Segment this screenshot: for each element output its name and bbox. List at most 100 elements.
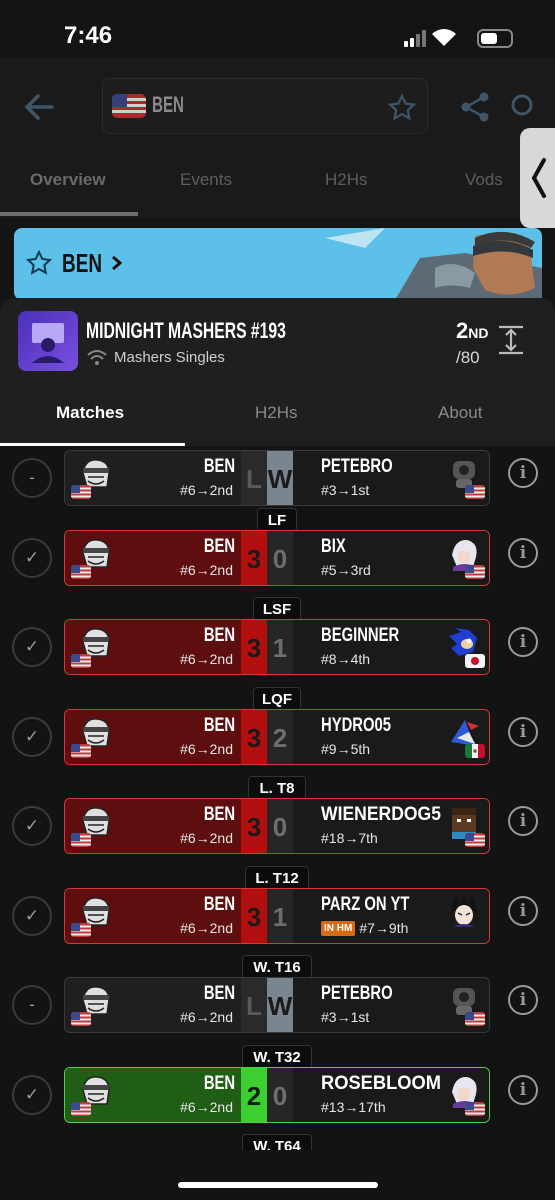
info-icon[interactable]: i (508, 985, 538, 1015)
reported-check-icon[interactable]: ✓ (12, 717, 52, 757)
reported-check-icon[interactable]: ✓ (12, 896, 52, 936)
placement-suffix: ND (468, 325, 489, 341)
opponent-seed-text: #9→5th (321, 741, 371, 757)
info-icon[interactable]: i (508, 627, 538, 657)
us-flag-icon (71, 833, 91, 847)
opponent-seed-text: #3→1st (321, 1009, 370, 1025)
player-name[interactable]: BEN (204, 456, 235, 478)
subtab-matches[interactable]: Matches (56, 403, 124, 423)
opponent-score: W (267, 978, 293, 1032)
player-score: 3 (241, 620, 267, 674)
player-seed: #6→2nd (180, 1009, 233, 1025)
reported-check-icon[interactable]: ✓ (12, 806, 52, 846)
match-card[interactable]: BEN #6→2nd 3 1 BEGINNER #8→4th (64, 619, 490, 675)
reported-check-icon[interactable]: ✓ (12, 538, 52, 578)
player-name[interactable]: BEN (204, 1073, 235, 1095)
opponent-seed-text: #13→17th (321, 1099, 386, 1115)
back-arrow-icon[interactable] (22, 90, 56, 124)
us-flag-icon (71, 744, 91, 758)
info-icon[interactable]: i (508, 1075, 538, 1105)
opponent-score: 0 (267, 799, 293, 853)
info-icon[interactable]: i (508, 538, 538, 568)
event-placement: 2ND (456, 318, 488, 344)
player-search-field[interactable] (102, 78, 428, 134)
match-row[interactable]: - BEN #6→2nd L W PETEBRO #3→1st i (0, 450, 555, 510)
home-indicator[interactable] (178, 1182, 378, 1188)
reported-check-icon[interactable]: ✓ (12, 627, 52, 667)
player-seed: #6→2nd (180, 920, 233, 936)
subtab-h2hs[interactable]: H2Hs (255, 403, 298, 423)
match-card[interactable]: BEN #6→2nd L W PETEBRO #3→1st (64, 977, 490, 1033)
opponent-name[interactable]: ROSEBLOOM (321, 1073, 441, 1095)
match-row[interactable]: ✓ BEN #6→2nd 3 0 BIX #5→3rd i (0, 530, 555, 590)
match-card[interactable]: BEN #6→2nd L W PETEBRO #3→1st (64, 450, 490, 506)
subtab-about[interactable]: About (438, 403, 482, 423)
match-row[interactable]: ✓ BEN #6→2nd 3 1 PARZ ON YT IN HM #7→9th i (0, 888, 555, 948)
favorite-star-icon[interactable] (388, 94, 416, 122)
player-name[interactable]: BEN (204, 536, 235, 558)
player-seed: #6→2nd (180, 562, 233, 578)
opponent-name[interactable]: PETEBRO (321, 456, 393, 478)
tab-h2hs[interactable]: H2Hs (325, 170, 368, 190)
match-list[interactable]: - BEN #6→2nd L W PETEBRO #3→1st i LF ✓ BEN #6→2nd 3 0… (0, 446, 555, 1150)
jp-flag-icon (465, 654, 485, 668)
event-title[interactable]: MIDNIGHT MASHERS #193 (86, 318, 286, 344)
share-icon[interactable] (458, 90, 492, 124)
match-card[interactable]: BEN #6→2nd 3 2 HYDRO05 #9→5th (64, 709, 490, 765)
opponent-seed: #3→1st (321, 1009, 369, 1025)
opponent-name[interactable]: BIX (321, 536, 346, 558)
opponent-seed: #18→7th (321, 830, 378, 846)
player-seed: #6→2nd (180, 830, 233, 846)
player-score: L (241, 451, 267, 505)
match-row[interactable]: ✓ BEN #6→2nd 3 2 HYDRO05 #9→5th i (0, 709, 555, 769)
match-row[interactable]: ✓ BEN #6→2nd 3 1 BEGINNER #8→4th i (0, 619, 555, 679)
opponent-seed: #5→3rd (321, 562, 371, 578)
event-entrant-total: /80 (456, 348, 480, 367)
opponent-name[interactable]: WIENERDOG5 (321, 804, 441, 826)
side-drawer-handle[interactable] (520, 128, 555, 228)
match-row[interactable]: ✓ BEN #6→2nd 3 0 WIENERDOG5 #18→7th i (0, 798, 555, 858)
player-name[interactable]: BEN (204, 625, 235, 647)
us-flag-icon (71, 923, 91, 937)
unreported-dash-icon[interactable]: - (12, 985, 52, 1025)
info-icon[interactable]: i (508, 896, 538, 926)
reported-check-icon[interactable]: ✓ (12, 1075, 52, 1115)
round-label: W. T64 (242, 1134, 312, 1150)
match-card[interactable]: BEN #6→2nd 3 1 PARZ ON YT IN HM #7→9th (64, 888, 490, 944)
opponent-name[interactable]: PETEBRO (321, 983, 393, 1005)
status-icons (404, 29, 513, 48)
player-name[interactable]: BEN (204, 894, 235, 916)
tab-overview[interactable]: Overview (30, 170, 106, 190)
banner-player-name: BEN (62, 248, 103, 278)
info-icon[interactable]: i (508, 458, 538, 488)
us-flag-icon (465, 565, 485, 579)
match-row[interactable]: ✓ BEN #6→2nd 2 0 ROSEBLOOM #13→17th i (0, 1067, 555, 1127)
opponent-seed-text: #3→1st (321, 482, 370, 498)
unreported-dash-icon[interactable]: - (12, 458, 52, 498)
opponent-name[interactable]: HYDRO05 (321, 715, 391, 737)
event-thumbnail (18, 311, 78, 371)
banner-star-icon[interactable] (26, 250, 52, 276)
search-icon[interactable] (508, 92, 538, 122)
opponent-name[interactable]: BEGINNER (321, 625, 399, 647)
us-flag-icon (71, 485, 91, 499)
us-flag-icon (71, 1102, 91, 1116)
status-time: 7:46 (64, 22, 113, 49)
opponent-name[interactable]: PARZ ON YT (321, 894, 409, 916)
info-icon[interactable]: i (508, 717, 538, 747)
opponent-seed-text: #8→4th (321, 651, 371, 667)
match-card[interactable]: BEN #6→2nd 3 0 WIENERDOG5 #18→7th (64, 798, 490, 854)
player-name[interactable]: BEN (204, 804, 235, 826)
player-name[interactable]: BEN (204, 715, 235, 737)
match-card[interactable]: BEN #6→2nd 3 0 BIX #5→3rd (64, 530, 490, 586)
player-score: 3 (241, 799, 267, 853)
player-name[interactable]: BEN (204, 983, 235, 1005)
tab-vods[interactable]: Vods (465, 170, 503, 190)
tab-events[interactable]: Events (180, 170, 232, 190)
expand-icon[interactable] (496, 324, 526, 356)
info-icon[interactable]: i (508, 806, 538, 836)
tab-active-indicator (0, 212, 138, 216)
opponent-seed-text: #18→7th (321, 830, 378, 846)
match-card[interactable]: BEN #6→2nd 2 0 ROSEBLOOM #13→17th (64, 1067, 490, 1123)
match-row[interactable]: - BEN #6→2nd L W PETEBRO #3→1st i (0, 977, 555, 1037)
